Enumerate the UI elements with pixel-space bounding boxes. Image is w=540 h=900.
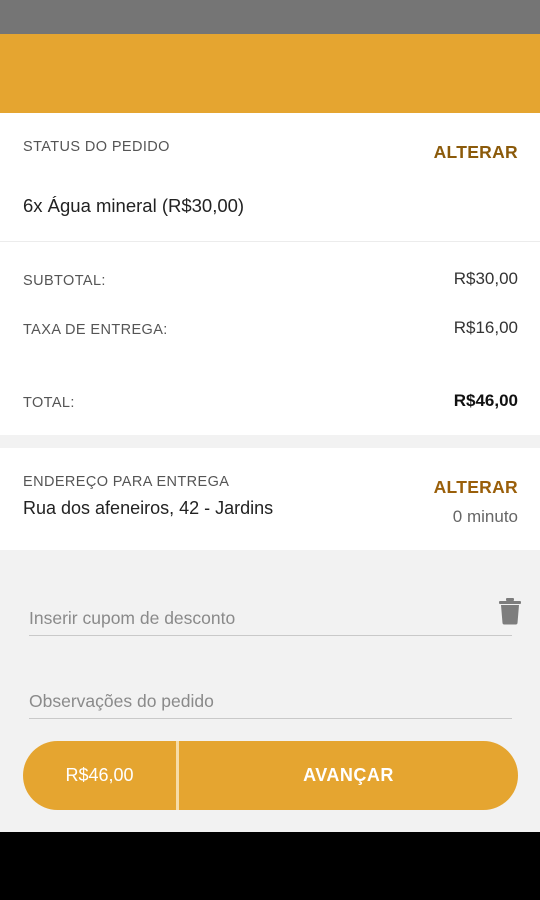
alter-address-button[interactable]: ALTERAR <box>434 477 518 498</box>
status-bar <box>0 0 540 34</box>
order-item: 6x Água mineral (R$30,00) <box>23 195 245 216</box>
subtotal-label: SUBTOTAL: <box>23 273 106 289</box>
subtotal-value: R$30,00 <box>453 269 518 288</box>
delivery-fee-value: R$16,00 <box>453 318 518 337</box>
notes-field <box>29 685 512 719</box>
totals-card: SUBTOTAL: R$30,00 TAXA DE ENTREGA: R$16,… <box>0 242 540 435</box>
coupon-input[interactable] <box>29 602 512 635</box>
notes-input[interactable] <box>29 685 512 718</box>
total-price-button[interactable]: R$46,00 <box>23 741 176 810</box>
delivery-address-label: ENDEREÇO PARA ENTREGA <box>23 474 230 490</box>
total-label: TOTAL: <box>23 395 75 411</box>
checkout-bar: R$46,00 AVANÇAR <box>23 741 518 810</box>
delivery-address-text: Rua dos afeneiros, 42 - Jardins <box>23 498 274 518</box>
alter-order-button[interactable]: ALTERAR <box>434 142 518 163</box>
total-value: R$46,00 <box>453 391 518 410</box>
advance-button[interactable]: AVANÇAR <box>179 741 518 810</box>
coupon-field <box>29 602 512 636</box>
delivery-fee-label: TAXA DE ENTREGA: <box>23 322 168 338</box>
trash-icon[interactable] <box>498 597 522 625</box>
delivery-address-card: ENDEREÇO PARA ENTREGA ALTERAR Rua dos af… <box>0 448 540 550</box>
app-bar <box>0 34 540 113</box>
order-status-card: STATUS DO PEDIDO ALTERAR 6x Água mineral… <box>0 113 540 241</box>
system-nav-bar <box>0 832 540 900</box>
order-status-label: STATUS DO PEDIDO <box>23 139 170 155</box>
delivery-time: 0 minuto <box>452 507 518 526</box>
